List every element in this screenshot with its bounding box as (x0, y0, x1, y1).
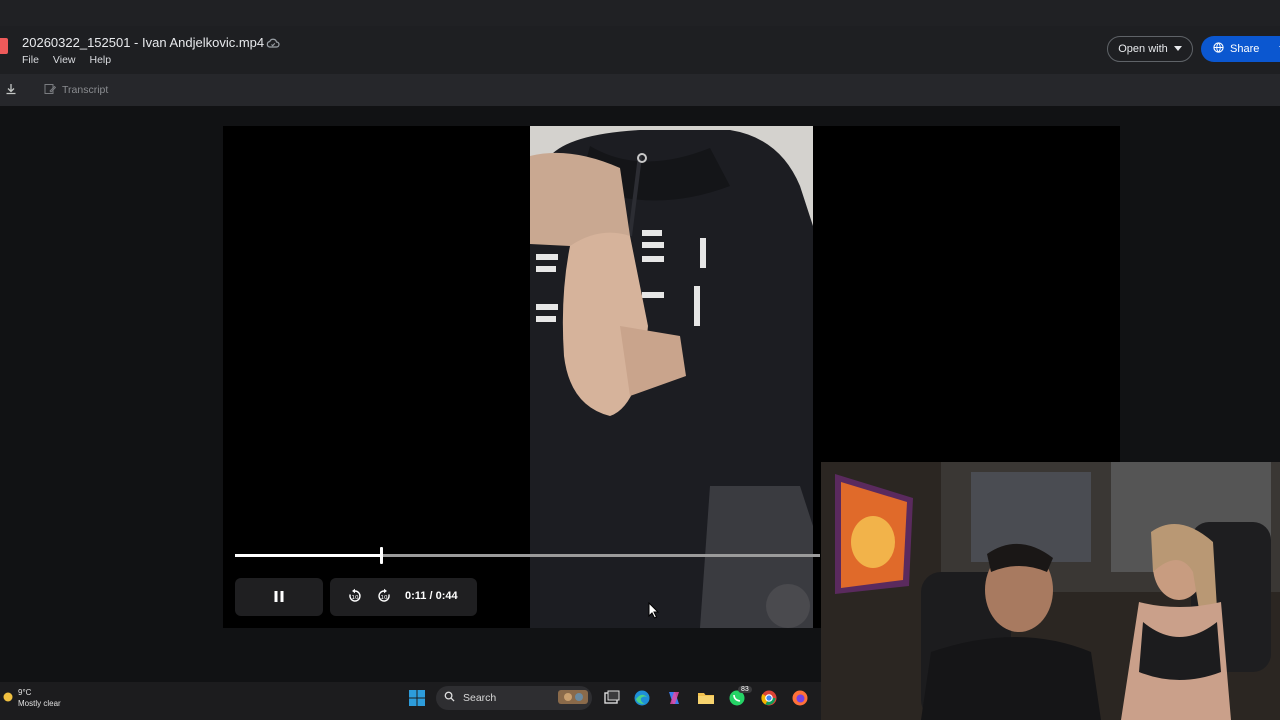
globe-icon (1213, 42, 1224, 56)
transcript-label: Transcript (62, 84, 109, 96)
search-icon (444, 691, 455, 705)
whatsapp-badge: 83 (738, 686, 752, 693)
svg-text:10: 10 (381, 595, 388, 601)
transcript-edit-icon (44, 83, 57, 98)
windows-start-icon[interactable] (408, 689, 426, 707)
time-total: / 0:44 (429, 590, 458, 602)
pause-icon[interactable] (273, 590, 285, 608)
svg-text:10: 10 (352, 595, 359, 601)
video-file-icon (0, 38, 8, 54)
time-display: 0:11 / 0:44 (405, 590, 458, 602)
viewer-title-bar (0, 26, 1280, 74)
menu-file[interactable]: File (22, 54, 39, 66)
menu-help[interactable]: Help (90, 54, 112, 66)
file-title[interactable]: 20260322_152501 - Ivan Andjelkovic.mp4 (22, 35, 264, 50)
seek-bar[interactable] (235, 547, 820, 564)
search-highlight-icon (558, 689, 588, 708)
browser-top-strip (0, 0, 1280, 27)
copilot-icon[interactable] (665, 689, 683, 707)
taskbar-search-box[interactable]: Search (436, 686, 592, 710)
seek-bar-thumb[interactable] (380, 547, 384, 564)
menu-view[interactable]: View (53, 54, 76, 66)
download-icon[interactable] (4, 82, 18, 101)
menu-bar: File View Help (22, 54, 111, 66)
task-view-icon[interactable] (603, 689, 621, 707)
transcript-button[interactable]: Transcript (34, 80, 118, 100)
file-explorer-icon[interactable] (697, 689, 715, 707)
share-button[interactable]: Share (1201, 36, 1280, 62)
viewer-toolbar (0, 74, 1280, 106)
video-frame[interactable] (530, 126, 813, 628)
chevron-down-icon (1173, 43, 1182, 55)
open-with-label: Open with (1118, 43, 1168, 55)
webcam-overlay (821, 462, 1280, 720)
cloud-sync-icon[interactable] (266, 36, 280, 55)
share-label: Share (1230, 43, 1260, 55)
edge-browser-icon[interactable] (633, 689, 651, 707)
rewind-10-icon[interactable]: 10 (347, 588, 363, 609)
time-current: 0:11 (405, 590, 427, 602)
seek-bar-fill (235, 554, 382, 557)
open-with-button[interactable]: Open with (1107, 36, 1193, 62)
chrome-icon[interactable] (760, 689, 778, 707)
mouse-cursor-icon (648, 601, 660, 624)
firefox-icon[interactable] (791, 689, 809, 707)
weather-description[interactable]: Mostly clear (18, 699, 61, 708)
weather-moon-icon[interactable] (2, 690, 14, 708)
forward-10-icon[interactable]: 10 (376, 588, 392, 609)
taskbar-search-label: Search (463, 692, 497, 704)
weather-temperature[interactable]: 9°C (18, 688, 31, 697)
